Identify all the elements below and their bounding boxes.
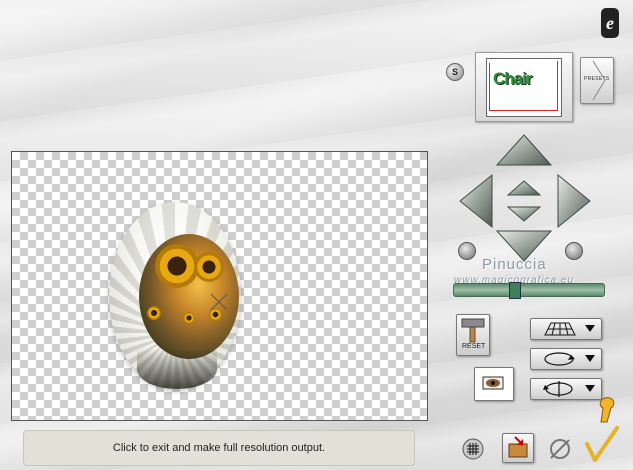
eye-preview-icon [482, 376, 504, 390]
presets-button[interactable]: PRESETS [580, 57, 614, 104]
open-folder-icon [508, 436, 528, 458]
hand-icon [599, 397, 615, 423]
arrow-left-icon[interactable] [459, 173, 493, 229]
zoom-slider-thumb[interactable] [509, 282, 521, 299]
center-down-icon[interactable] [506, 206, 542, 222]
rotate-right-icon[interactable] [565, 242, 583, 260]
arrow-up-icon[interactable] [495, 134, 553, 166]
status-bar[interactable]: Click to exit and make full resolution o… [23, 430, 415, 466]
sunflower-field [183, 312, 195, 324]
presets-fold-icon [592, 60, 606, 101]
cancel-icon[interactable] [547, 436, 573, 462]
ellipse-rotate-dropdown[interactable] [530, 348, 602, 370]
s-button[interactable]: S [446, 63, 464, 81]
thumbnail-line [489, 63, 490, 111]
crosshair-icon [210, 293, 228, 311]
thumbnail-preview[interactable]: Chair [475, 52, 573, 122]
grid-plane-icon [544, 322, 576, 336]
chevron-down-icon [585, 325, 595, 332]
arrow-right-icon[interactable] [557, 173, 591, 229]
thumbnail-line [557, 61, 558, 111]
preview-canvas[interactable] [11, 151, 428, 421]
egg-shadow [137, 349, 217, 389]
ok-button[interactable] [583, 394, 625, 464]
status-message: Click to exit and make full resolution o… [112, 442, 326, 454]
center-up-icon[interactable] [506, 180, 542, 196]
preview-toggle-button[interactable] [474, 367, 514, 401]
watermark-title: Pinuccia [482, 256, 547, 273]
open-folder-button[interactable] [502, 433, 534, 463]
s-label: S [451, 67, 458, 77]
egg-shape-preview [109, 202, 241, 389]
axis-rotate-icon [543, 381, 573, 397]
grid-icon[interactable] [462, 438, 484, 460]
help-label: e [606, 12, 614, 33]
sunflower-small [194, 252, 224, 282]
chevron-down-icon [585, 355, 595, 362]
hammer-icon [461, 318, 485, 343]
grid-plane-dropdown[interactable] [530, 318, 602, 340]
chevron-down-icon [585, 385, 595, 392]
ok-check-icon [585, 426, 619, 462]
thumbnail-line [489, 110, 557, 111]
ellipse-rotate-icon [544, 352, 575, 366]
reset-label: RESET [462, 343, 486, 350]
sunflower-field [147, 306, 161, 320]
thumbnail-text: Chair [493, 69, 532, 88]
rotate-left-icon[interactable] [458, 242, 476, 260]
zoom-slider-track[interactable] [453, 283, 605, 297]
reset-button[interactable]: RESET [456, 314, 490, 356]
sunflower-big [155, 244, 199, 288]
help-button[interactable]: e [601, 8, 619, 38]
thumbnail-canvas: Chair [486, 58, 562, 117]
